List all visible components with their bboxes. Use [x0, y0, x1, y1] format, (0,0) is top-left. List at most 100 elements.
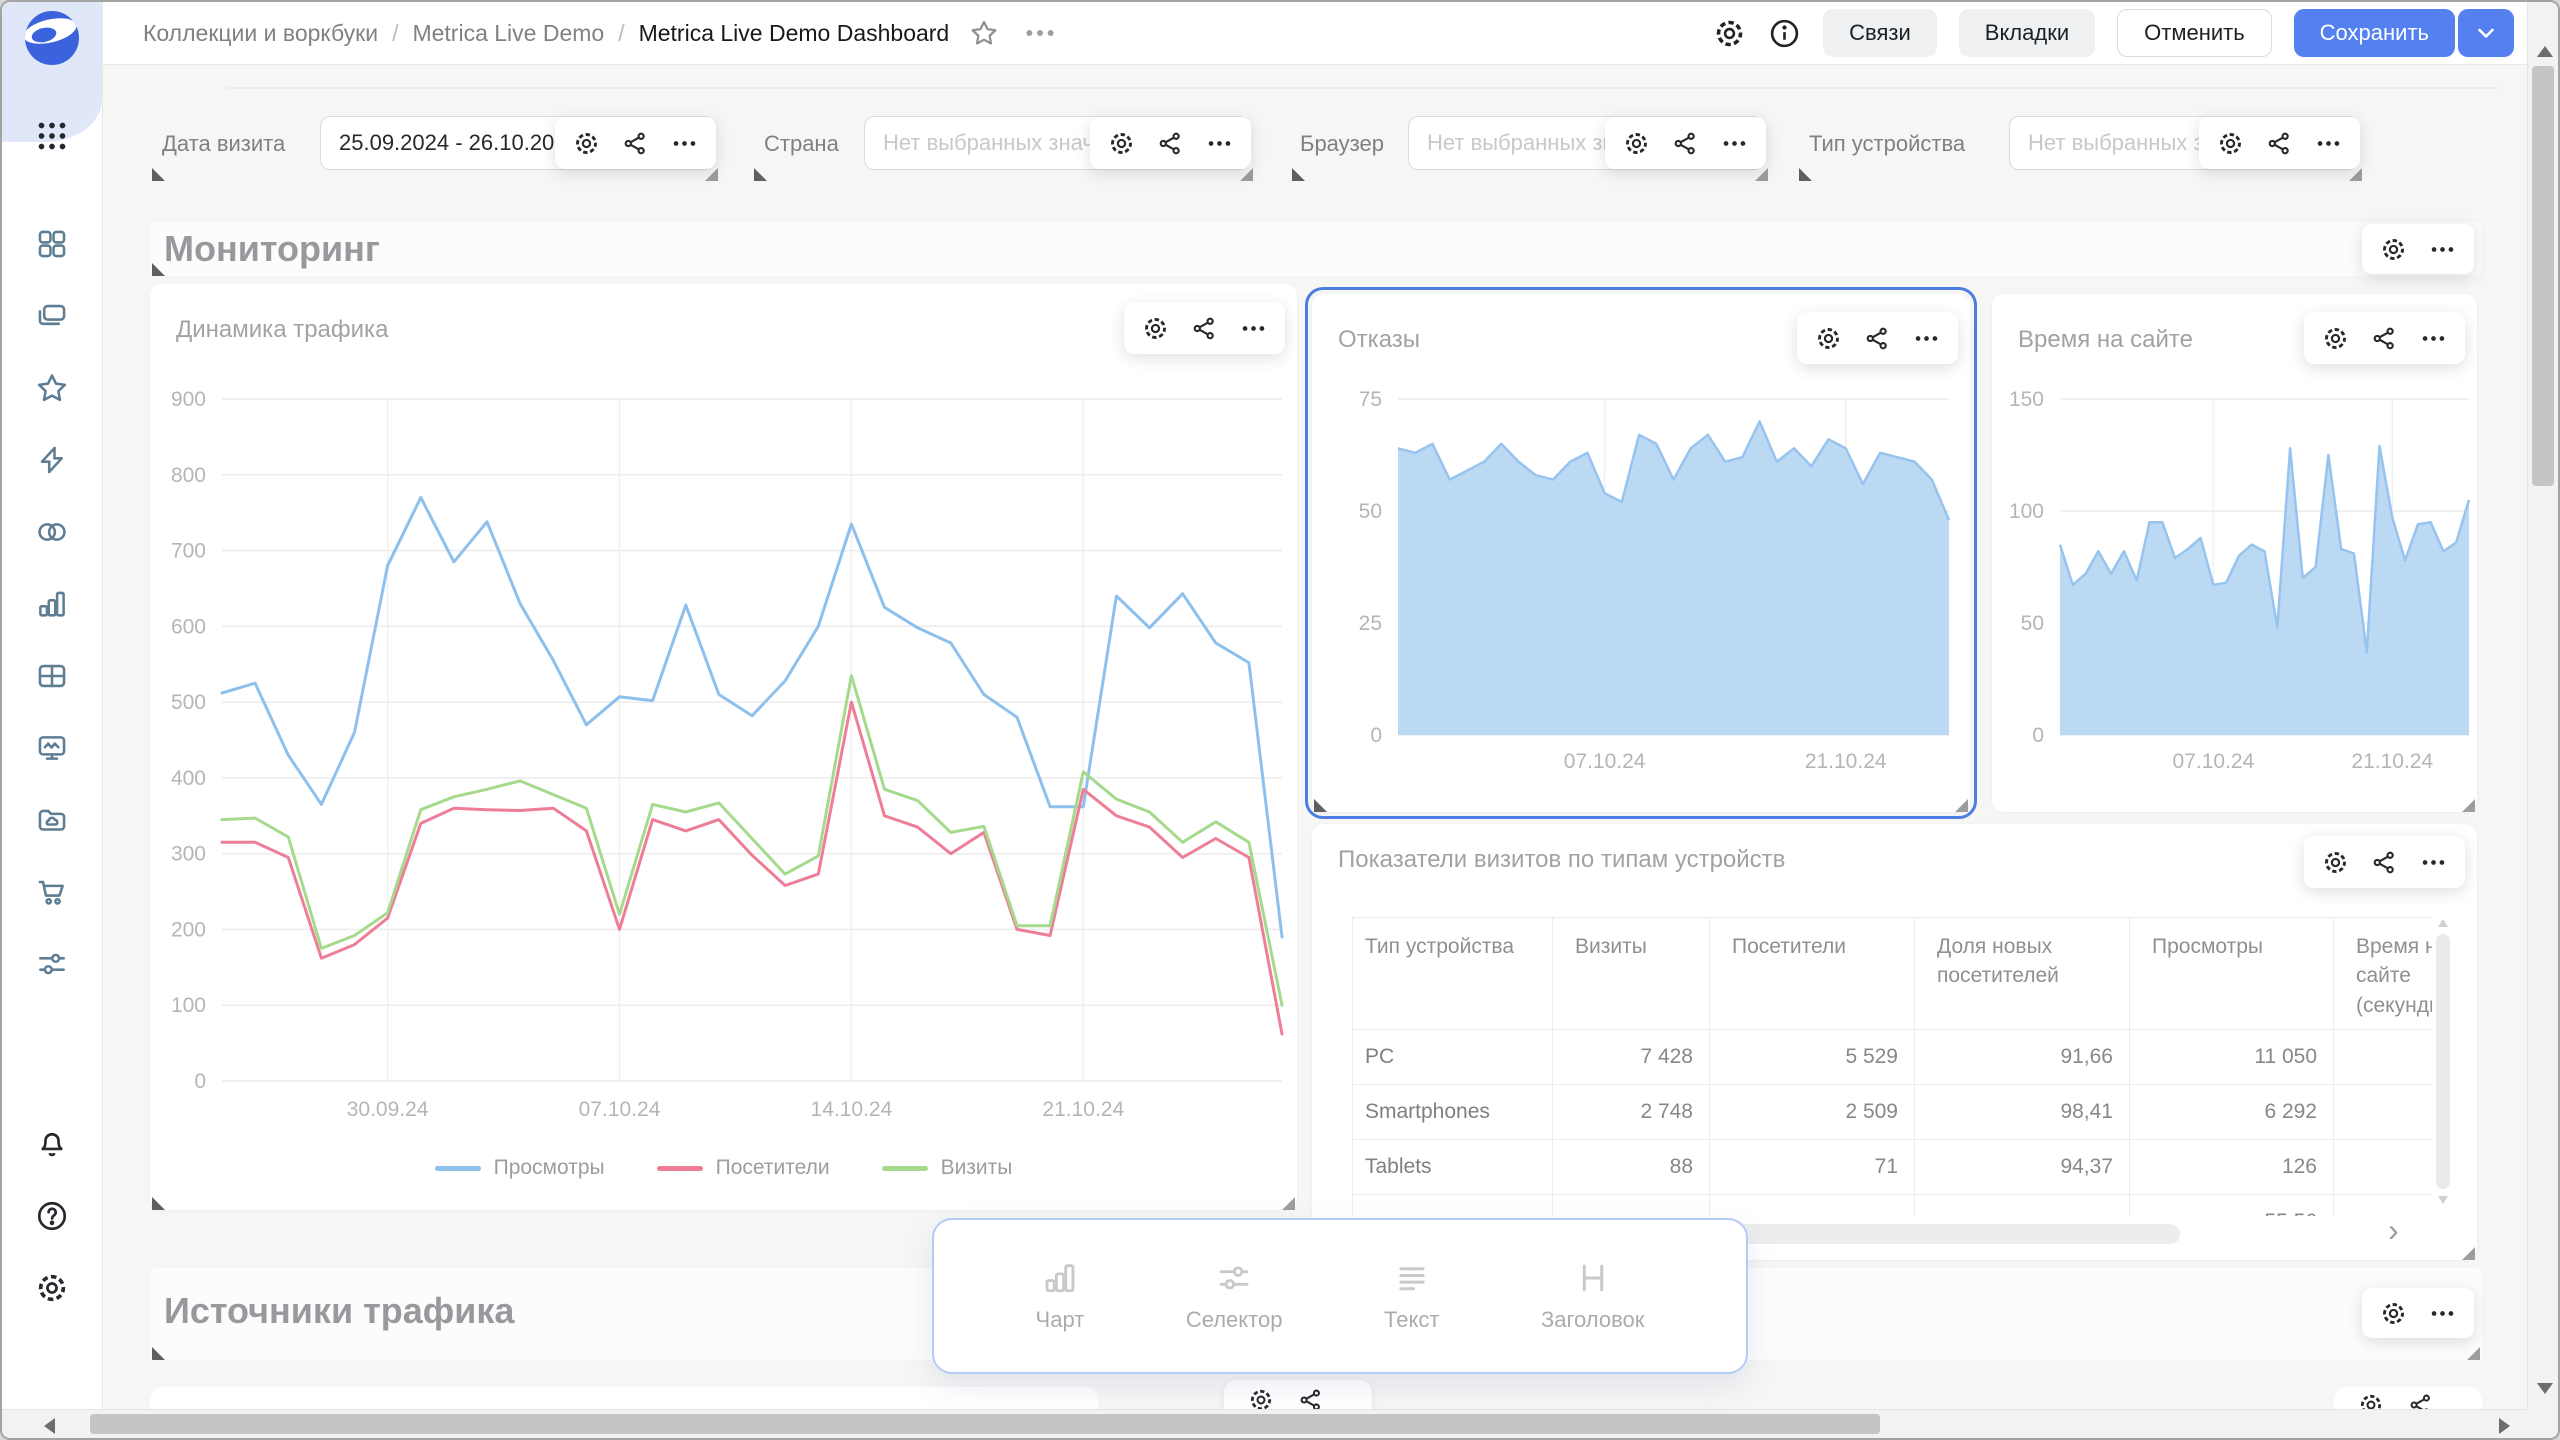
breadcrumb-workbook[interactable]: Metrica Live Demo — [412, 20, 604, 47]
legend-item-visits[interactable]: Визиты — [882, 1156, 1013, 1180]
table-vertical-scrollbar[interactable] — [2436, 934, 2450, 1189]
rel-icon[interactable] — [1864, 325, 1891, 352]
gear-icon[interactable] — [2380, 236, 2407, 263]
scroll-up-icon[interactable] — [2537, 46, 2553, 57]
sidebar-item-charts[interactable] — [35, 587, 69, 621]
vertical-scrollbar-thumb[interactable] — [2532, 66, 2554, 486]
value-cell: 55,56 — [2130, 1195, 2334, 1217]
gear-icon[interactable] — [1108, 130, 1135, 157]
resize-handle[interactable] — [1292, 168, 1305, 181]
ellipsis-icon[interactable] — [2429, 1300, 2456, 1327]
save-button[interactable]: Сохранить — [2294, 9, 2455, 57]
resize-handle[interactable] — [152, 1197, 165, 1210]
resize-handle[interactable] — [1314, 799, 1327, 812]
toolbar-heading-button[interactable]: Заголовок — [1541, 1259, 1644, 1333]
ellipsis-icon[interactable] — [2429, 236, 2456, 263]
favorite-star-icon[interactable] — [969, 18, 999, 48]
table-scroll-up-icon[interactable] — [2438, 919, 2448, 927]
gear-icon[interactable] — [1142, 315, 1169, 342]
column-header[interactable]: Просмотры — [2130, 918, 2334, 1030]
gear-icon[interactable] — [2380, 1300, 2407, 1327]
gear-icon[interactable] — [2322, 849, 2349, 876]
section-title: Источники трафика — [164, 1290, 514, 1332]
sidebar-item-connections[interactable] — [35, 443, 69, 477]
resize-handle[interactable] — [2462, 799, 2475, 812]
column-header[interactable]: Визиты — [1553, 918, 1710, 1030]
help-icon[interactable] — [35, 1199, 69, 1233]
more-menu-icon[interactable] — [1023, 16, 1057, 50]
breadcrumb-collections[interactable]: Коллекции и воркбуки — [143, 20, 378, 47]
ellipsis-icon[interactable] — [2420, 325, 2447, 352]
gear-icon[interactable] — [2322, 325, 2349, 352]
resize-handle[interactable] — [705, 168, 718, 181]
sidebar-item-tables[interactable] — [35, 659, 69, 693]
datalens-logo-icon[interactable] — [24, 10, 80, 66]
dashboard-settings-gear-icon[interactable] — [1713, 17, 1746, 50]
ellipsis-icon[interactable] — [2315, 130, 2342, 157]
scroll-left-icon[interactable] — [44, 1418, 55, 1434]
gear-icon[interactable] — [2217, 130, 2244, 157]
resize-handle[interactable] — [1282, 1197, 1295, 1210]
resize-handle[interactable] — [152, 168, 165, 181]
scroll-down-icon[interactable] — [2537, 1383, 2553, 1394]
horizontal-scrollbar-track[interactable] — [2, 1409, 2528, 1438]
ellipsis-icon[interactable] — [1721, 130, 1748, 157]
column-header[interactable]: Время на сайте (секунды) — [2334, 918, 2433, 1030]
column-header[interactable]: Доля новых посетителей — [1915, 918, 2130, 1030]
ellipsis-icon[interactable] — [671, 130, 698, 157]
resize-handle[interactable] — [1799, 168, 1812, 181]
sidebar-item-services[interactable] — [35, 947, 69, 981]
gear-icon[interactable] — [1815, 325, 1842, 352]
tabs-button[interactable]: Вкладки — [1959, 9, 2095, 57]
resize-handle[interactable] — [1955, 799, 1968, 812]
relations-button[interactable]: Связи — [1823, 9, 1937, 57]
rel-icon[interactable] — [1672, 130, 1699, 157]
resize-handle[interactable] — [152, 263, 165, 276]
ellipsis-icon[interactable] — [1206, 130, 1233, 157]
resize-handle[interactable] — [2462, 1247, 2475, 1260]
horizontal-scrollbar-thumb[interactable] — [90, 1414, 1880, 1434]
sidebar-item-favorites[interactable] — [35, 371, 69, 405]
rel-icon[interactable] — [1191, 315, 1218, 342]
gear-icon[interactable] — [1623, 130, 1650, 157]
legend-item-views[interactable]: Просмотры — [435, 1156, 605, 1180]
gear-icon[interactable] — [573, 130, 600, 157]
rel-icon[interactable] — [1157, 130, 1184, 157]
toolbar-text-button[interactable]: Текст — [1384, 1259, 1439, 1333]
toolbar-chart-button[interactable]: Чарт — [1036, 1259, 1085, 1333]
sidebar-item-marketplace[interactable] — [35, 875, 69, 909]
save-dropdown-button[interactable] — [2458, 9, 2514, 57]
table-scroll-right-icon[interactable]: › — [2388, 1212, 2399, 1249]
resize-handle[interactable] — [2467, 1347, 2480, 1360]
table-scroll-down-icon[interactable] — [2438, 1196, 2448, 1204]
sidebar-item-storage[interactable] — [35, 803, 69, 837]
sidebar-item-dashboards[interactable] — [35, 227, 69, 261]
ellipsis-icon[interactable] — [2420, 849, 2447, 876]
notifications-bell-icon[interactable] — [35, 1127, 69, 1161]
resize-handle[interactable] — [152, 1347, 165, 1360]
rel-icon[interactable] — [622, 130, 649, 157]
scroll-right-icon[interactable] — [2499, 1418, 2510, 1434]
legend-item-visitors[interactable]: Посетители — [657, 1156, 830, 1180]
toolbar-selector-button[interactable]: Селектор — [1186, 1259, 1283, 1333]
settings-gear-icon[interactable] — [35, 1271, 69, 1305]
rel-icon[interactable] — [2371, 849, 2398, 876]
resize-handle[interactable] — [754, 168, 767, 181]
all-services-icon[interactable] — [34, 118, 70, 154]
sidebar-item-datasets[interactable] — [35, 515, 69, 549]
column-header[interactable]: Тип устройства — [1353, 918, 1553, 1030]
widget-traffic-dynamics: Динамика трафика 01002003004005006007008… — [150, 284, 1297, 1210]
sidebar-item-monitoring[interactable] — [35, 731, 69, 765]
info-icon[interactable] — [1768, 17, 1801, 50]
rel-icon[interactable] — [2266, 130, 2293, 157]
resize-handle[interactable] — [1240, 168, 1253, 181]
cancel-button[interactable]: Отменить — [2117, 9, 2272, 57]
resize-handle[interactable] — [2349, 168, 2362, 181]
resize-handle[interactable] — [1755, 168, 1768, 181]
rel-icon[interactable] — [2371, 325, 2398, 352]
ellipsis-icon[interactable] — [1913, 325, 1940, 352]
vertical-scrollbar-track[interactable] — [2527, 2, 2558, 1410]
column-header[interactable]: Посетители — [1710, 918, 1915, 1030]
ellipsis-icon[interactable] — [1240, 315, 1267, 342]
sidebar-item-collections[interactable] — [35, 299, 69, 333]
